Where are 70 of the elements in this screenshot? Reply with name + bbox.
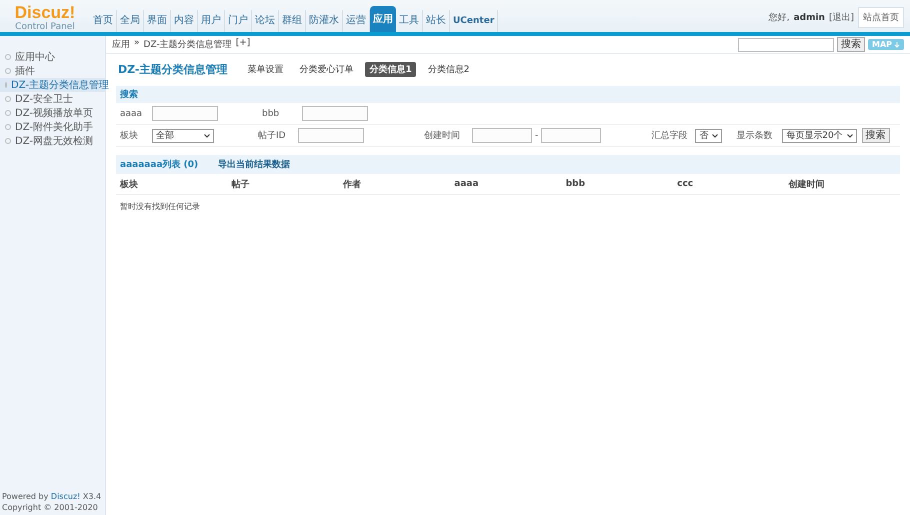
- tab[interactable]: 分类信息2: [424, 62, 474, 76]
- nav-tab[interactable]: UCenter: [450, 10, 498, 32]
- nav-tab[interactable]: 站长: [423, 10, 450, 32]
- powered-by: Powered by Discuz! X3.4: [2, 491, 102, 502]
- logo-subtitle: Control Panel: [15, 20, 75, 32]
- breadcrumb-current: DZ-主题分类信息管理: [144, 38, 232, 51]
- sidebar-item[interactable]: DZ-视频播放单页: [0, 106, 105, 120]
- field-label: aaaa: [119, 108, 144, 118]
- sidebar-item[interactable]: DZ-网盘无效检测: [0, 134, 105, 148]
- field-label: 显示条数: [735, 130, 774, 142]
- tab[interactable]: 菜单设置: [243, 62, 288, 76]
- field-label: 汇总字段: [650, 130, 688, 142]
- nav-tab[interactable]: 工具: [396, 10, 423, 32]
- section-title: 搜索: [120, 88, 138, 101]
- field-label: bbb: [261, 108, 280, 118]
- count-dropdown[interactable]: 每页显示20个: [782, 128, 857, 142]
- column-header: 帖子: [231, 178, 250, 190]
- chevron-icon: [846, 134, 853, 138]
- add-shortcut-link[interactable]: [+]: [236, 38, 250, 51]
- nav-tab[interactable]: 界面: [144, 10, 171, 32]
- tab[interactable]: 分类爱心订单: [295, 62, 358, 76]
- username: admin: [794, 12, 825, 22]
- column-header: 创建时间: [788, 178, 826, 190]
- nav-tab[interactable]: 内容: [171, 10, 198, 32]
- logout-link[interactable]: [退出]: [828, 11, 854, 24]
- export-link[interactable]: 导出当前结果数据: [218, 158, 290, 171]
- nav-tab[interactable]: 全局: [117, 10, 144, 32]
- nav-tab[interactable]: 首页: [90, 10, 117, 32]
- field-label: 帖子ID: [257, 130, 287, 142]
- column-header: 作者: [342, 178, 362, 190]
- arrow-down-icon: [894, 42, 900, 48]
- input-field[interactable]: [298, 128, 364, 143]
- list-title: aaaaaaa列表 (0): [120, 158, 198, 171]
- logo-text: Discuz!: [14, 4, 76, 20]
- column-header: aaaa: [454, 179, 480, 189]
- date-field[interactable]: [472, 128, 532, 143]
- sidebar-item[interactable]: DZ-附件美化助手: [0, 120, 105, 134]
- range-separator: -: [535, 130, 538, 140]
- field-label: 创建时间: [423, 130, 461, 142]
- summary-dropdown[interactable]: 否: [695, 128, 722, 142]
- input-field[interactable]: [302, 106, 368, 121]
- chevron-icon: [204, 134, 210, 138]
- sidebar-item[interactable]: 应用中心: [0, 50, 105, 64]
- search-button[interactable]: 搜索: [862, 128, 890, 143]
- column-header: bbb: [566, 179, 586, 189]
- greeting: 您好,: [768, 12, 790, 24]
- tab[interactable]: 分类信息1: [365, 62, 416, 76]
- empty-message: 暂时没有找到任何记录: [119, 201, 201, 213]
- sidebar-item[interactable]: DZ-安全卫士: [0, 92, 105, 106]
- column-header: ccc: [677, 179, 694, 189]
- nav-tab[interactable]: 防灌水: [306, 10, 343, 32]
- chevron-icon: [712, 134, 718, 138]
- nav-tab[interactable]: 用户: [198, 10, 225, 32]
- breadcrumb-separator: »: [134, 38, 140, 50]
- date-field[interactable]: [541, 128, 602, 143]
- nav-tab[interactable]: 论坛: [252, 10, 279, 32]
- sidebar-item[interactable]: 插件: [0, 64, 105, 78]
- copyright: Copyright © 2001-2020: [2, 502, 99, 513]
- input-field[interactable]: [152, 106, 218, 121]
- forum-dropdown[interactable]: 全部: [152, 128, 214, 142]
- field-label: 板块: [119, 130, 139, 142]
- column-header: 板块: [120, 178, 139, 190]
- search-field[interactable]: [738, 38, 834, 52]
- nav-tab[interactable]: 应用: [370, 6, 396, 32]
- search-button[interactable]: 搜索: [836, 37, 865, 52]
- site-home-button[interactable]: 站点首页: [858, 7, 904, 28]
- nav-tab[interactable]: 门户: [225, 10, 252, 32]
- nav-tab[interactable]: 群组: [279, 10, 306, 32]
- breadcrumb-link[interactable]: 应用: [112, 38, 130, 51]
- page-title: DZ-主题分类信息管理: [118, 62, 228, 76]
